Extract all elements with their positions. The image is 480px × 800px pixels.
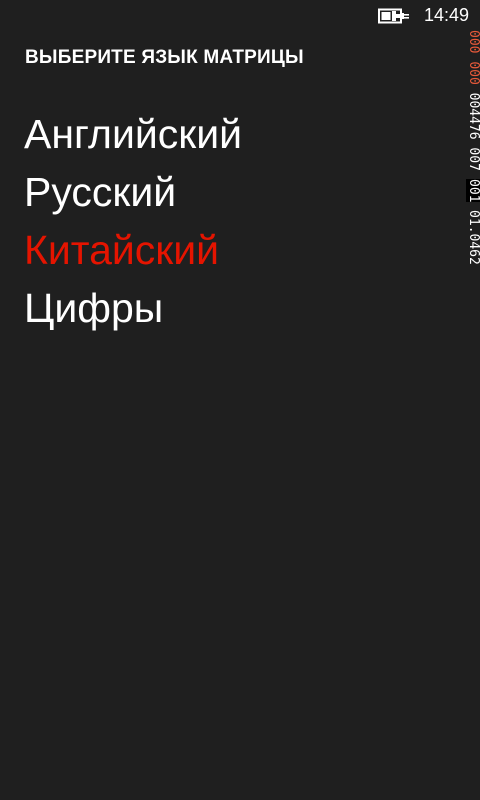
counter-segment: 007	[466, 147, 480, 171]
status-time: 14:49	[424, 5, 470, 25]
counter-segment: 004476	[466, 92, 480, 140]
language-item-russian[interactable]: Русский	[24, 163, 242, 221]
language-item-english[interactable]: Английский	[24, 105, 242, 163]
battery-charging-icon	[378, 8, 409, 24]
language-item-digits[interactable]: Цифры	[24, 279, 242, 337]
frame-rate-counter: 000 000 004476 007 001 01.0462	[465, 30, 480, 410]
counter-segment: 000	[466, 30, 480, 54]
language-item-chinese[interactable]: Китайский	[24, 221, 242, 279]
status-bar: 14:49	[0, 0, 480, 32]
frame-rate-counter-text: 000 000 004476 007 001 01.0462	[465, 30, 480, 265]
counter-segment: 000	[466, 61, 480, 85]
counter-segment: 001	[466, 178, 480, 203]
language-list: Английский Русский Китайский Цифры	[24, 105, 242, 337]
page-title: ВЫБЕРИТЕ ЯЗЫК МАТРИЦЫ	[25, 47, 304, 68]
counter-segment: 01.0462	[466, 210, 480, 265]
